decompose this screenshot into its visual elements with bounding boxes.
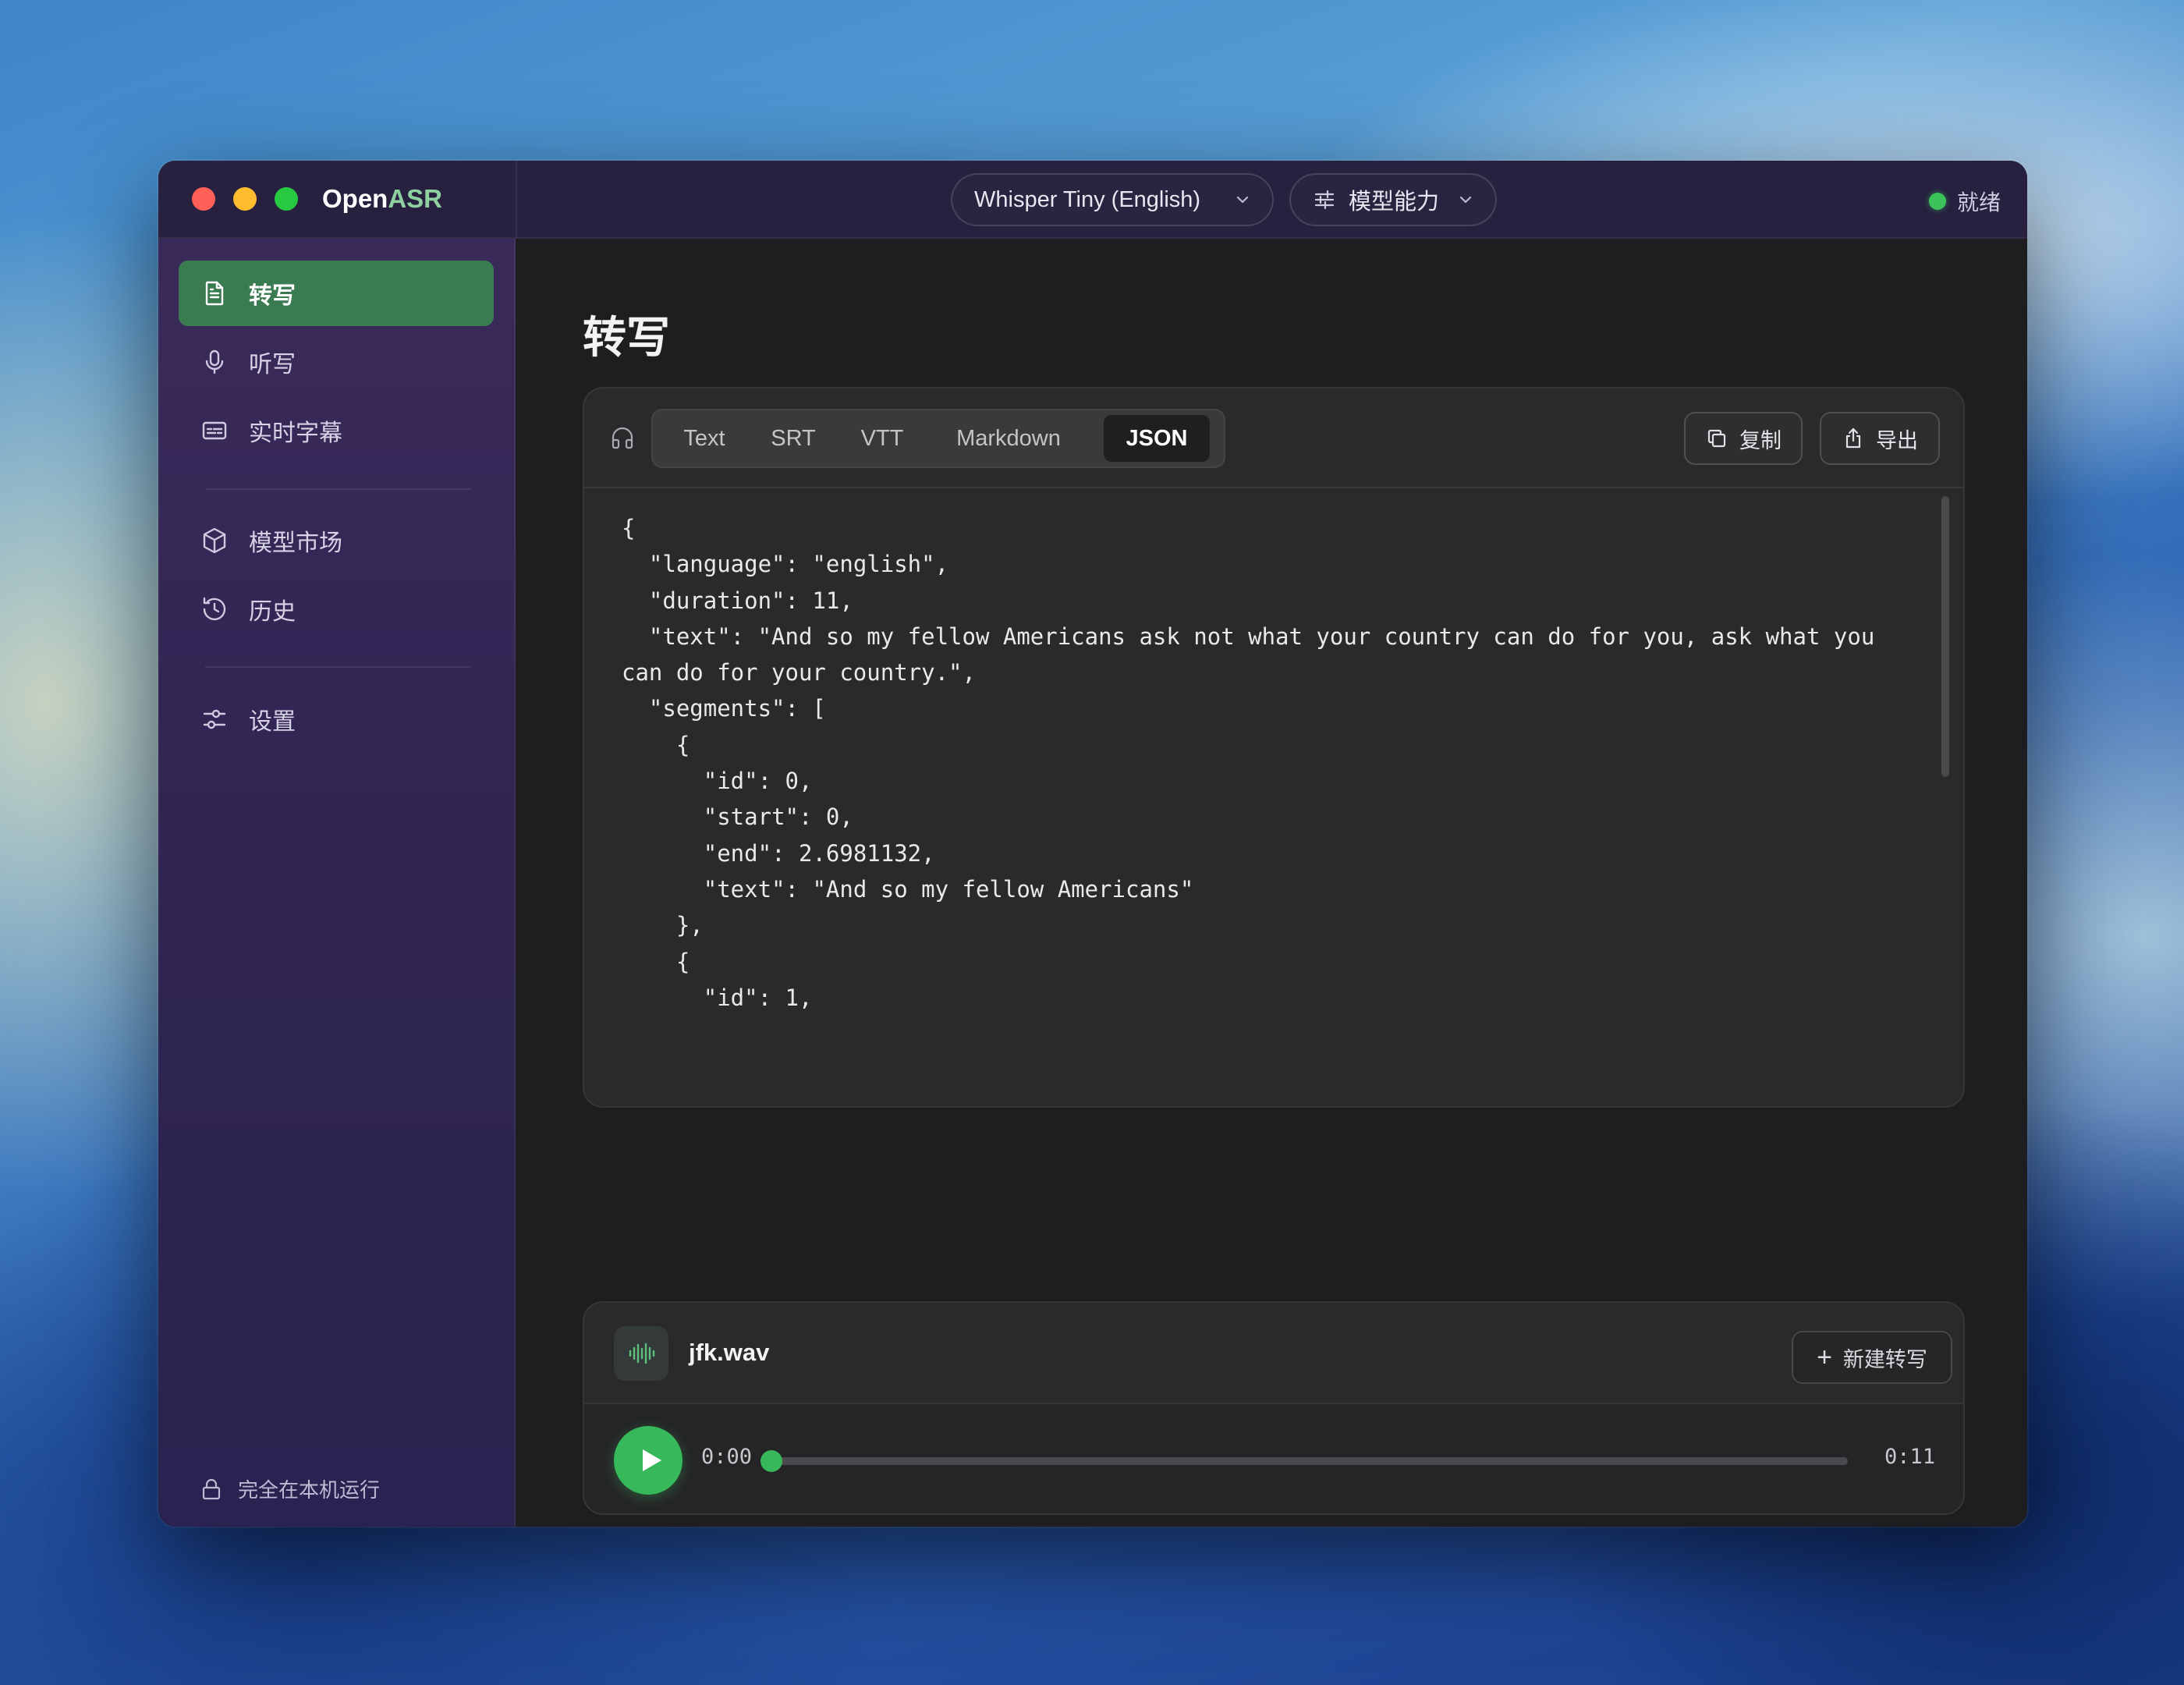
status-indicator: 就绪 [1928, 186, 2001, 217]
chevron-down-icon [1236, 196, 1249, 204]
current-time: 0:00 [701, 1445, 753, 1469]
captions-icon [202, 421, 227, 440]
share-icon [1845, 427, 1861, 449]
status-dot [1928, 193, 1946, 210]
document-icon [205, 281, 224, 306]
sidebar-item-label: 实时字幕 [249, 420, 342, 446]
waveform-icon [629, 1343, 655, 1364]
title-bar: OpenASR Whisper Tiny (English) 模型能力 就绪 [158, 161, 2027, 239]
local-run-note: 完全在本机运行 [199, 1474, 380, 1503]
export-label: 导出 [1876, 428, 1918, 452]
sidebar-item-label: 模型市场 [249, 530, 342, 556]
app-title: OpenASR [322, 184, 442, 214]
tab-srt[interactable]: SRT [753, 415, 834, 462]
app-title-accent: ASR [388, 184, 443, 213]
main-content: 转写 Text SRT VTT Markdown JSON 复制 导出 {"l… [517, 239, 2027, 1527]
history-icon [203, 597, 226, 621]
tab-markdown[interactable]: Markdown [931, 415, 1087, 462]
sidebar-item-label: 历史 [249, 599, 296, 625]
close-window-button[interactable] [192, 187, 215, 211]
model-selector-label: Whisper Tiny (English) [974, 186, 1201, 212]
audio-header: jfk.wav [584, 1303, 1963, 1404]
plus-icon: + [1817, 1342, 1832, 1372]
sidebar-item-dictation[interactable]: 听写 [179, 329, 494, 395]
output-panel: Text SRT VTT Markdown JSON 复制 导出 { "lang… [583, 387, 1965, 1108]
model-selector[interactable]: Whisper Tiny (English) [951, 173, 1274, 226]
new-transcription-label: 新建转写 [1842, 1347, 1927, 1371]
page-title: 转写 [583, 313, 670, 362]
play-button[interactable] [614, 1426, 682, 1495]
tab-vtt[interactable]: VTT [838, 415, 926, 462]
output-scrollbar[interactable] [1941, 496, 1949, 777]
copy-button[interactable]: 复制 [1684, 412, 1803, 465]
minimize-window-button[interactable] [233, 187, 257, 211]
sidebar-item-transcribe[interactable]: 转写 [179, 261, 494, 326]
scrubber-thumb[interactable] [760, 1450, 782, 1472]
headphones-icon[interactable] [609, 424, 636, 451]
playback-controls: 0:00 0:11 [584, 1404, 1963, 1513]
sidebar-divider [205, 488, 470, 490]
copy-icon [1707, 429, 1726, 448]
play-icon [643, 1449, 661, 1471]
sidebar-divider [205, 666, 470, 668]
sidebar-item-model-market[interactable]: 模型市场 [179, 508, 494, 573]
tab-text[interactable]: Text [661, 415, 748, 462]
sidebar-item-history[interactable]: 历史 [179, 576, 494, 642]
json-output[interactable]: { "language": "english", "duration": 11,… [622, 510, 1916, 1016]
app-window: OpenASR Whisper Tiny (English) 模型能力 就绪 转… [158, 161, 2027, 1527]
title-divider [516, 161, 517, 239]
sidebar-item-settings[interactable]: 设置 [179, 686, 494, 752]
sidebar-item-live-captions[interactable]: 实时字幕 [179, 398, 494, 463]
audio-player: jfk.wav 0:00 0:11 [583, 1301, 1965, 1515]
capability-selector[interactable]: 模型能力 [1289, 173, 1497, 226]
settings-sliders-icon [203, 709, 226, 729]
copy-label: 复制 [1739, 428, 1782, 452]
chevron-down-icon [1459, 196, 1472, 204]
capability-selector-label: 模型能力 [1349, 190, 1440, 215]
app-title-main: Open [322, 184, 388, 213]
audio-file-name: jfk.wav [689, 1339, 770, 1366]
waveform-icon-box [614, 1326, 668, 1381]
cube-icon [203, 527, 226, 554]
status-label: 就绪 [1956, 190, 2001, 215]
total-time: 0:11 [1884, 1445, 1935, 1469]
lock-icon [202, 1478, 221, 1499]
tab-json[interactable]: JSON [1104, 415, 1210, 462]
microphone-icon [205, 349, 224, 374]
sidebar-item-label: 设置 [249, 709, 296, 735]
sliders-icon [1314, 190, 1335, 210]
new-transcription-button[interactable]: + 新建转写 [1792, 1331, 1952, 1384]
zoom-window-button[interactable] [275, 187, 298, 211]
local-run-label: 完全在本机运行 [238, 1478, 381, 1502]
sidebar-item-label: 听写 [249, 352, 296, 378]
sidebar-item-label: 转写 [249, 283, 296, 309]
output-toolbar: Text SRT VTT Markdown JSON 复制 导出 [584, 388, 1963, 488]
export-button[interactable]: 导出 [1820, 412, 1940, 465]
playback-scrubber[interactable] [760, 1450, 1848, 1472]
format-tabs: Text SRT VTT Markdown JSON [651, 409, 1225, 468]
sidebar: 转写 听写 实时字幕 模型市场 历史 设置 完全在本机运行 [158, 239, 516, 1527]
